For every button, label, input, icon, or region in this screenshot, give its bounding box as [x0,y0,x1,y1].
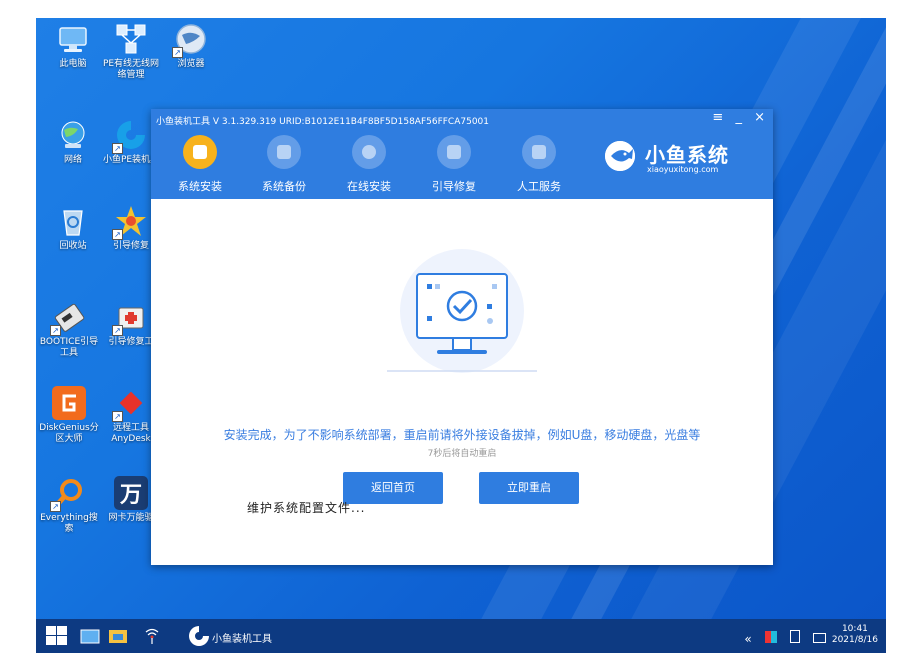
brand-name: 小鱼系统 [645,143,729,167]
system-backup-icon [267,135,301,169]
taskbar-app-xiaoyu[interactable]: 小鱼装机工具 [184,623,302,649]
brand-logo: 小鱼系统 xiaoyuxitong.com [605,141,745,177]
network-manager-icon [114,22,148,56]
system-tray: « [744,628,826,647]
tray-display-icon[interactable] [813,633,826,643]
tab-customer-service[interactable]: 人工服务 [504,135,574,194]
tray-app-icon[interactable] [764,631,777,643]
start-button[interactable] [46,626,67,646]
tray-expand-icon[interactable]: « [744,632,751,646]
install-complete-message: 安装完成，为了不影响系统部署，重启前请将外接设备拔掉，例如U盘，移动硬盘，光盘等 [223,428,701,442]
restart-now-button[interactable]: 立即重启 [479,472,579,504]
tab-online-install[interactable]: 在线安装 [334,135,404,194]
clock-date: 2021/8/16 [831,635,878,645]
wireless-network-icon[interactable] [142,626,162,646]
desktop-icon-everything[interactable]: ↗ Everything搜索 [38,476,100,535]
window-content: 安装完成，为了不影响系统部署，重启前请将外接设备拔掉，例如U盘，移动硬盘，光盘等… [151,199,773,565]
desktop-icon-this-pc[interactable]: 此电脑 [44,22,102,70]
shortcut-arrow-icon: ↗ [112,229,123,240]
shortcut-arrow-icon: ↗ [112,143,123,154]
taskbar-clock[interactable]: 10:41 2021/8/16 [832,624,878,646]
everything-search-icon: ↗ [50,476,86,512]
tray-device-icon[interactable] [789,630,800,643]
desktop-icon-diskgenius[interactable]: DiskGenius分区大师 [38,386,100,445]
customer-service-icon [522,135,556,169]
desktop-icon-bootice[interactable]: ↗ BOOTICE引导工具 [38,300,100,359]
brand-url: xiaoyuxitong.com [647,165,719,174]
computer-icon [56,22,90,56]
desktop-screen: 此电脑 PE有线无线网络管理 ↗ 浏览器 网络 ↗ 小鱼PE装机具 回收站 ↗ … [36,18,886,653]
shortcut-arrow-icon: ↗ [50,501,61,512]
desktop-icon-network-manager[interactable]: PE有线无线网络管理 [102,22,160,81]
recycle-bin-icon [56,204,90,238]
system-install-icon [183,135,217,169]
browser-icon: ↗ [172,22,208,58]
anydesk-icon: ↗ [112,386,148,422]
menu-icon[interactable]: ≡ [712,110,723,125]
clock-time: 10:41 [841,624,868,634]
shortcut-arrow-icon: ↗ [50,325,61,336]
desktop-icon-recycle-bin[interactable]: 回收站 [44,204,102,252]
boot-repair-tool-icon: ↗ [112,300,148,336]
window-title: 小鱼装机工具 V 3.1.329.319 URID:B1012E11B4F8BF… [156,117,490,127]
shortcut-arrow-icon: ↗ [172,47,183,58]
svg-text:万: 万 [119,483,142,508]
diskgenius-icon [52,386,86,420]
tab-boot-repair[interactable]: 引导修复 [419,135,489,194]
shortcut-arrow-icon: ↗ [112,411,123,422]
network-globe-icon [56,118,90,152]
minimize-button[interactable]: _ [735,110,742,125]
window-header: 小鱼装机工具 V 3.1.329.319 URID:B1012E11B4F8BF… [151,109,773,199]
online-install-icon [352,135,386,169]
install-complete-illustration [387,249,537,379]
restart-countdown: 7秒后将自动重启 [427,449,497,459]
taskbar: 小鱼装机工具 « 10:41 2021/8/16 [36,619,886,653]
taskbar-app-label: 小鱼装机工具 [212,634,272,645]
tab-system-install[interactable]: 系统安装 [165,135,235,194]
fish-logo-icon [605,141,635,171]
tab-system-backup[interactable]: 系统备份 [249,135,319,194]
desktop-icon-network[interactable]: 网络 [44,118,102,166]
boot-repair-icon [437,135,471,169]
overlay-status-text: 维护系统配置文件... [247,501,366,515]
file-explorer-icon[interactable] [108,626,128,646]
window-controls: ≡ _ × [704,110,765,125]
xiaoyu-installer-icon: ↗ [112,118,148,154]
shortcut-arrow-icon: ↗ [112,325,123,336]
installer-window: 小鱼装机工具 V 3.1.329.319 URID:B1012E11B4F8BF… [151,109,773,565]
close-button[interactable]: × [754,110,765,125]
nic-driver-icon: 万 [114,476,148,510]
boot-repair-icon: ↗ [112,204,148,240]
xiaoyu-installer-icon [189,626,209,646]
desktop-preview-icon[interactable] [80,626,100,646]
bootice-icon: ↗ [50,300,86,336]
desktop-icon-browser[interactable]: ↗ 浏览器 [162,22,220,70]
